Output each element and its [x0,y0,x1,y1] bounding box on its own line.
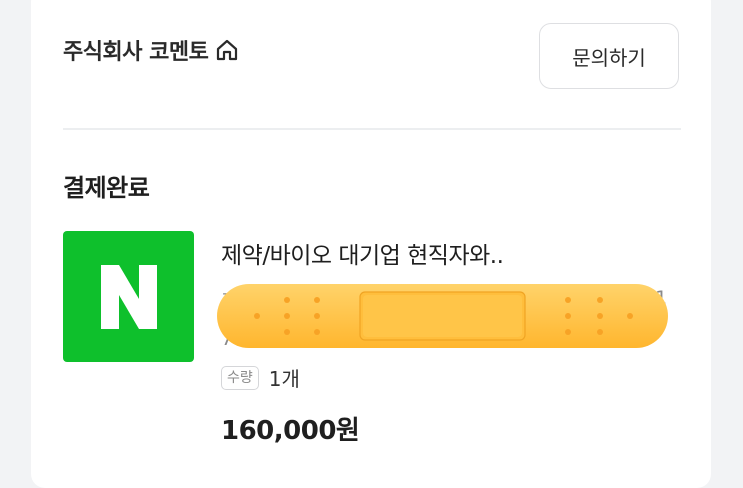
divider [63,128,681,130]
order-status-title: 결제완료 [63,174,150,202]
product-thumbnail[interactable] [63,231,194,362]
product-name[interactable]: 제약/바이오 대기업 현직자와.. [221,236,504,270]
naver-logo-icon [100,264,157,329]
bandage-sticker-icon [217,284,668,348]
home-icon[interactable] [214,37,240,63]
quantity-value: 1개 [268,367,300,391]
seller-name[interactable]: 주식회사 코멘토 [63,34,209,66]
quantity-row: 수량 1개 [221,363,300,392]
seller-header[interactable]: 주식회사 코멘토 [63,34,240,66]
inquiry-button[interactable]: 문의하기 [539,23,679,89]
quantity-badge: 수량 [221,365,259,390]
order-price: 160,000원 [221,416,360,446]
